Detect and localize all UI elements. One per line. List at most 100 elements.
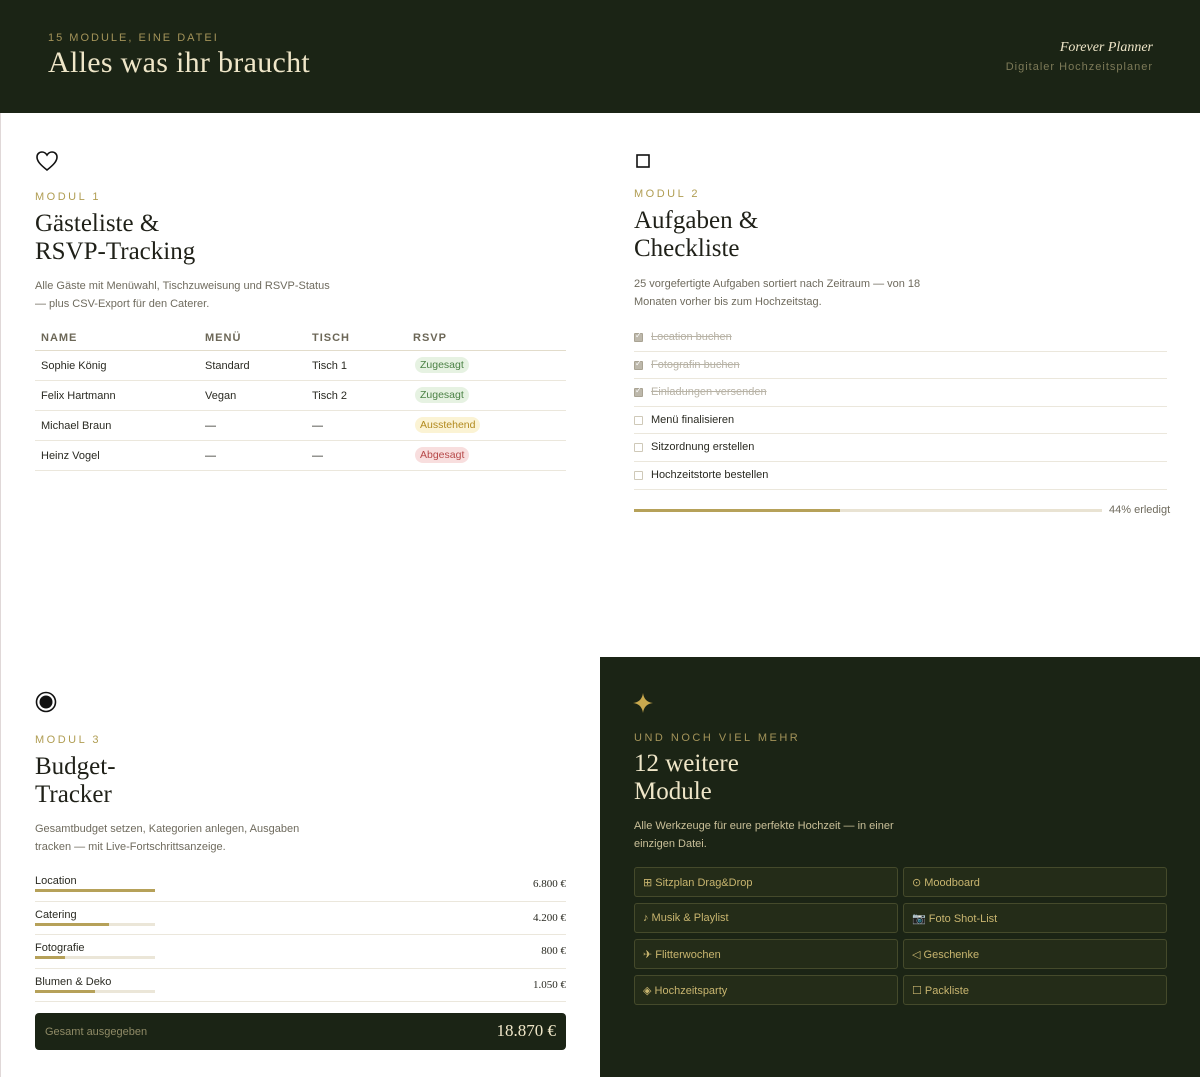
square-icon: [636, 154, 650, 173]
task-progress-label: 44% erledigt: [1109, 504, 1171, 516]
rsvp-status-badge: Zugesagt: [415, 357, 469, 373]
sparkle-icon: [633, 693, 653, 718]
checklist-item[interactable]: Fotografin buchen: [634, 352, 1167, 380]
task-label: Fotografin buchen: [651, 358, 740, 371]
module-chip[interactable]: ♪ Musik & Playlist: [634, 903, 898, 933]
module-label: MODUL 2: [634, 188, 700, 200]
module-title-line2: Tracker: [35, 781, 112, 808]
more-eyebrow: UND NOCH VIEL MEHR: [634, 732, 801, 744]
heart-icon: [35, 149, 59, 178]
task-label: Menü finalisieren: [651, 413, 735, 426]
page-title: Alles was ihr braucht: [48, 46, 311, 79]
module-chip[interactable]: ◁ Geschenke: [903, 939, 1167, 969]
more-title-line1: 12 weitere: [634, 750, 739, 777]
module-chip-label: ☐ Packliste: [912, 985, 969, 997]
budget-total-label: Gesamt ausgegeben: [45, 1026, 148, 1038]
module-chip-label: ✈ Flitterwochen: [643, 949, 721, 961]
task-label: Hochzeitstorte bestellen: [651, 468, 769, 481]
module-label: MODUL 1: [35, 191, 101, 203]
task-checkbox[interactable]: [634, 359, 643, 370]
module-chip[interactable]: ☐ Packliste: [903, 975, 1167, 1005]
budget-progress-bar: [35, 989, 155, 993]
budget-amount: 4.200 €: [533, 911, 566, 924]
budget-row: Location 6.800 €: [35, 868, 566, 902]
budget-category-label: Fotografie: [35, 942, 85, 955]
table-cell-name: Felix Hartmann: [41, 390, 116, 402]
table-header: NAME MENÜ TISCH RSVP: [35, 330, 566, 351]
more-modules-panel: UND NOCH VIEL MEHR 12 weitere Module All…: [600, 657, 1200, 1077]
header-eyebrow: 15 MODULE, EINE DATEI: [48, 32, 219, 44]
task-checkbox[interactable]: [634, 415, 643, 425]
table-cell-name: Heinz Vogel: [41, 450, 100, 462]
budget-progress-fill: [35, 922, 110, 926]
budget-progress-fill: [35, 889, 155, 892]
page-header: 15 MODULE, EINE DATEI Alles was ihr brau…: [0, 0, 1200, 113]
module-chip-label: ⊞ Sitzplan Drag&Drop: [643, 877, 753, 889]
budget-category-label: Blumen & Deko: [35, 975, 112, 988]
checklist-item[interactable]: Einladungen versenden: [634, 379, 1167, 407]
task-progress-bar: [634, 509, 1102, 512]
checklist-item[interactable]: Sitzordnung erstellen: [634, 434, 1167, 462]
module-label: MODUL 3: [35, 734, 101, 746]
table-cell-table: Tisch 2: [312, 390, 348, 402]
module-chip[interactable]: ⊞ Sitzplan Drag&Drop: [634, 867, 898, 897]
column-header-menu: MENÜ: [205, 332, 242, 344]
column-header-name: NAME: [41, 332, 78, 344]
column-header-rsvp: RSVP: [413, 332, 447, 344]
budget-progress-fill: [35, 956, 65, 960]
table-cell-menu: —: [205, 420, 216, 432]
task-checkbox[interactable]: [634, 470, 643, 480]
budget-category-label: Location: [35, 875, 77, 887]
table-row: Heinz Vogel — — Abgesagt: [35, 441, 566, 471]
module-chip-label: ◁ Geschenke: [912, 949, 980, 961]
budget-row: Catering 4.200 €: [35, 902, 566, 936]
rsvp-status-badge: Zugesagt: [415, 387, 469, 403]
table-cell-name: Michael Braun: [41, 420, 112, 432]
module-title-line1: Aufgaben &: [634, 207, 759, 234]
checklist-item[interactable]: Hochzeitstorte bestellen: [634, 462, 1167, 490]
module-chip[interactable]: 📷 Foto Shot-List: [903, 903, 1167, 933]
module-description-line1: Gesamtbudget setzen, Kategorien anlegen,…: [35, 823, 300, 835]
target-icon: [35, 691, 57, 718]
more-description-line2: einzigen Datei.: [634, 838, 707, 850]
budget-total: Gesamt ausgegeben 18.870 €: [35, 1013, 566, 1050]
more-description-line1: Alle Werkzeuge für eure perfekte Hochzei…: [634, 820, 894, 832]
module-chip[interactable]: ⊙ Moodboard: [903, 867, 1167, 897]
budget-amount: 800 €: [541, 945, 566, 958]
task-checkbox[interactable]: [634, 443, 643, 453]
table-cell-table: —: [312, 420, 323, 432]
budget-progress-bar: [35, 922, 155, 926]
table-row: Sophie König Standard Tisch 1 Zugesagt: [35, 351, 566, 381]
rsvp-status-badge: Ausstehend: [415, 417, 481, 433]
module-chip[interactable]: ◈ Hochzeitsparty: [634, 975, 898, 1005]
task-label: Einladungen versenden: [651, 386, 767, 399]
budget-amount: 6.800 €: [533, 878, 566, 890]
module-title-line2: Checkliste: [634, 235, 740, 262]
budget-category-label: Catering: [35, 908, 77, 921]
table-cell-menu: Vegan: [205, 390, 237, 402]
module-chip-label: ♪ Musik & Playlist: [643, 912, 729, 924]
budget-progress-bar: [35, 889, 155, 892]
task-checklist: Location buchen Fotografin buchen Einladun…: [634, 324, 1167, 490]
guest-table: NAME MENÜ TISCH RSVP Sophie König Standar…: [35, 330, 566, 471]
checklist-item[interactable]: Location buchen: [634, 324, 1167, 352]
table-row: Michael Braun — — Ausstehend: [35, 411, 566, 441]
task-checkbox[interactable]: [634, 386, 643, 398]
column-header-table: TISCH: [312, 332, 350, 344]
module-chip[interactable]: ✈ Flitterwochen: [634, 939, 898, 969]
budget-amount: 1.050 €: [533, 978, 566, 991]
rsvp-status-badge: Abgesagt: [415, 447, 470, 463]
module-description-line1: 25 vorgefertigte Aufgaben sortiert nach …: [634, 278, 921, 290]
checklist-item[interactable]: Menü finalisieren: [634, 407, 1167, 435]
module-chip-label: 📷 Foto Shot-List: [912, 913, 998, 925]
task-checkbox[interactable]: [634, 331, 643, 342]
table-cell-menu: Standard: [205, 360, 250, 372]
module-description-line2: Monaten vorher bis zum Hochzeitstag.: [634, 296, 822, 308]
module-title-line1: Gästeliste &: [35, 210, 160, 237]
task-label: Location buchen: [651, 331, 732, 343]
module-description-line1: Alle Gäste mit Menüwahl, Tischzuweisung …: [35, 280, 330, 292]
budget-total-value: 18.870 €: [496, 1021, 557, 1040]
table-cell-name: Sophie König: [41, 360, 107, 372]
module-title-line1: Budget-: [35, 753, 116, 780]
table-cell-menu: —: [205, 450, 216, 462]
